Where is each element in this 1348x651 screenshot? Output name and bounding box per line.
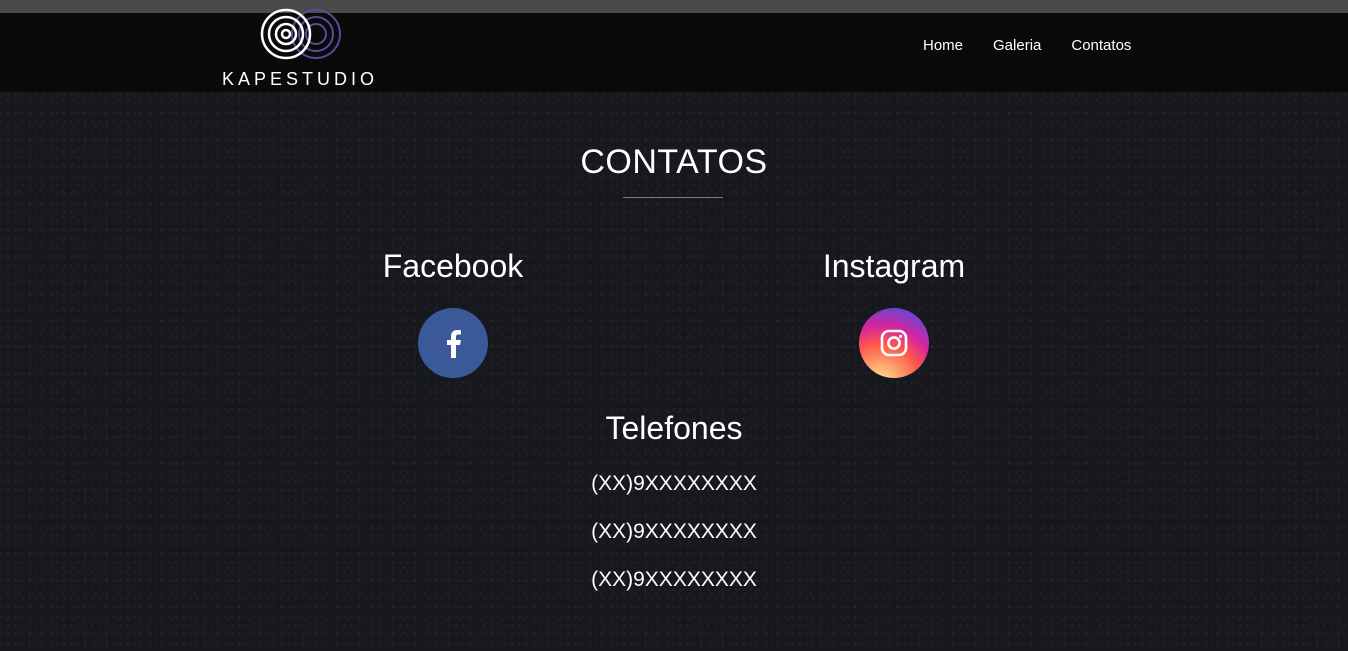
nav-galeria[interactable]: Galeria [978,37,1056,55]
phones-block: Telefones (XX)9XXXXXXXX (XX)9XXXXXXXX (X… [0,408,1348,604]
contacts-section: CONTATOS Facebook Instagram Telefones (X… [0,92,1348,651]
nav-contatos[interactable]: Contatos [1056,37,1146,55]
main-nav: Home Galeria Contatos [908,37,1146,55]
navbar: KAPESTUDIO Home Galeria Contatos [0,8,1348,92]
facebook-button[interactable] [418,308,488,378]
facebook-block: Facebook [323,246,583,378]
facebook-heading: Facebook [382,248,524,284]
title-divider [623,197,723,198]
phone-number: (XX)9XXXXXXXX [591,568,757,591]
instagram-block: Instagram [764,246,1024,378]
brand-logo[interactable]: KAPESTUDIO [216,8,388,92]
phones-heading: Telefones [605,410,743,446]
logo-rings-icon [260,8,341,60]
nav-home[interactable]: Home [908,37,978,55]
phone-number: (XX)9XXXXXXXX [591,520,757,543]
phone-number: (XX)9XXXXXXXX [591,472,757,495]
instagram-heading: Instagram [822,248,966,284]
instagram-button[interactable] [859,308,929,378]
browser-top-strip [0,0,1348,13]
facebook-icon [447,330,461,358]
instagram-icon [880,329,908,357]
section-title: CONTATOS [580,143,768,181]
brand-name: KAPESTUDIO [222,69,379,89]
phone-list: (XX)9XXXXXXXX (XX)9XXXXXXXX (XX)9XXXXXXX… [0,460,1348,604]
